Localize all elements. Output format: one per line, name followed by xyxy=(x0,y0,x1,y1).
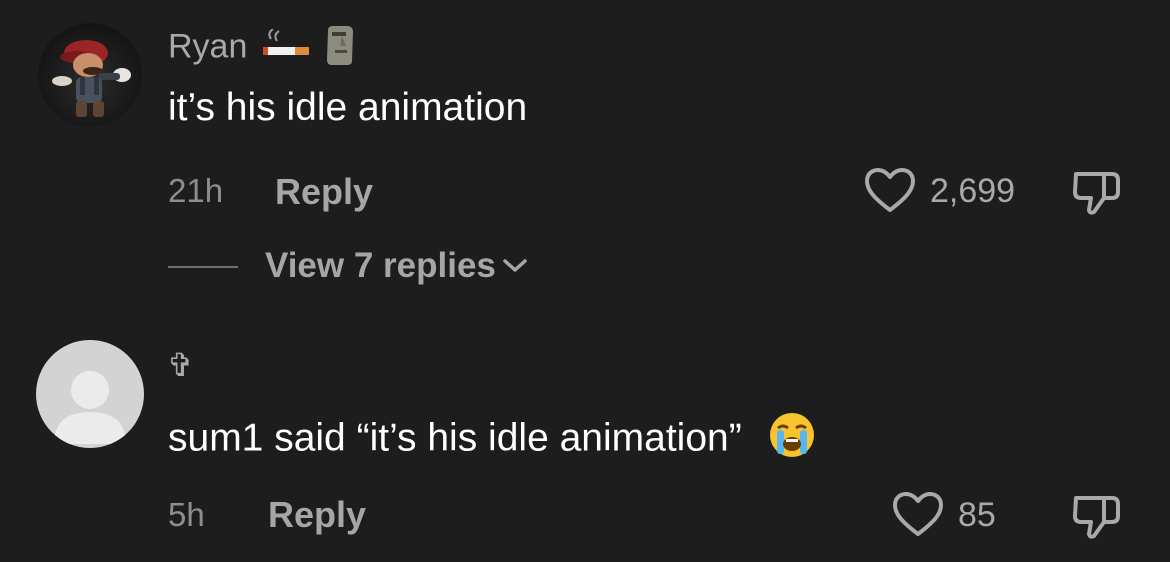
like-count: 2,699 xyxy=(930,171,1016,210)
comment-username[interactable]: Ryan xyxy=(168,22,356,75)
comment-text: sum1 said “it’s his idle animation” xyxy=(168,410,817,470)
user-avatar[interactable] xyxy=(38,23,142,127)
comment-time: 5h xyxy=(168,496,205,533)
chevron-down-icon xyxy=(503,259,527,272)
like-count: 85 xyxy=(958,495,996,534)
cigarette-emoji xyxy=(261,28,313,68)
comment-text: it’s his idle animation xyxy=(168,86,528,129)
reply-button[interactable]: Reply xyxy=(275,171,373,213)
dislike-button[interactable] xyxy=(1072,168,1124,221)
comment-username[interactable]: ✞ xyxy=(167,346,194,384)
reply-button[interactable]: Reply xyxy=(268,494,366,536)
default-avatar[interactable] xyxy=(36,340,144,448)
comments-panel: Ryan it’s his idle animation 21h Reply 2… xyxy=(0,0,1170,562)
replies-divider xyxy=(168,266,238,268)
like-button[interactable]: 85 xyxy=(892,492,996,538)
dislike-button[interactable] xyxy=(1072,492,1124,545)
mario-avatar-image xyxy=(52,40,131,117)
like-button[interactable]: 2,699 xyxy=(864,168,1015,214)
heart-icon xyxy=(893,492,943,536)
heart-icon xyxy=(865,168,915,212)
thumbs-down-icon xyxy=(1073,172,1120,215)
thumbs-down-icon xyxy=(1073,496,1120,539)
default-user-icon xyxy=(54,371,126,444)
comment-time: 21h xyxy=(168,172,224,209)
view-replies-button[interactable]: View 7 replies xyxy=(265,246,528,286)
loudly-crying-face-emoji xyxy=(767,410,817,470)
moai-emoji xyxy=(326,22,356,75)
